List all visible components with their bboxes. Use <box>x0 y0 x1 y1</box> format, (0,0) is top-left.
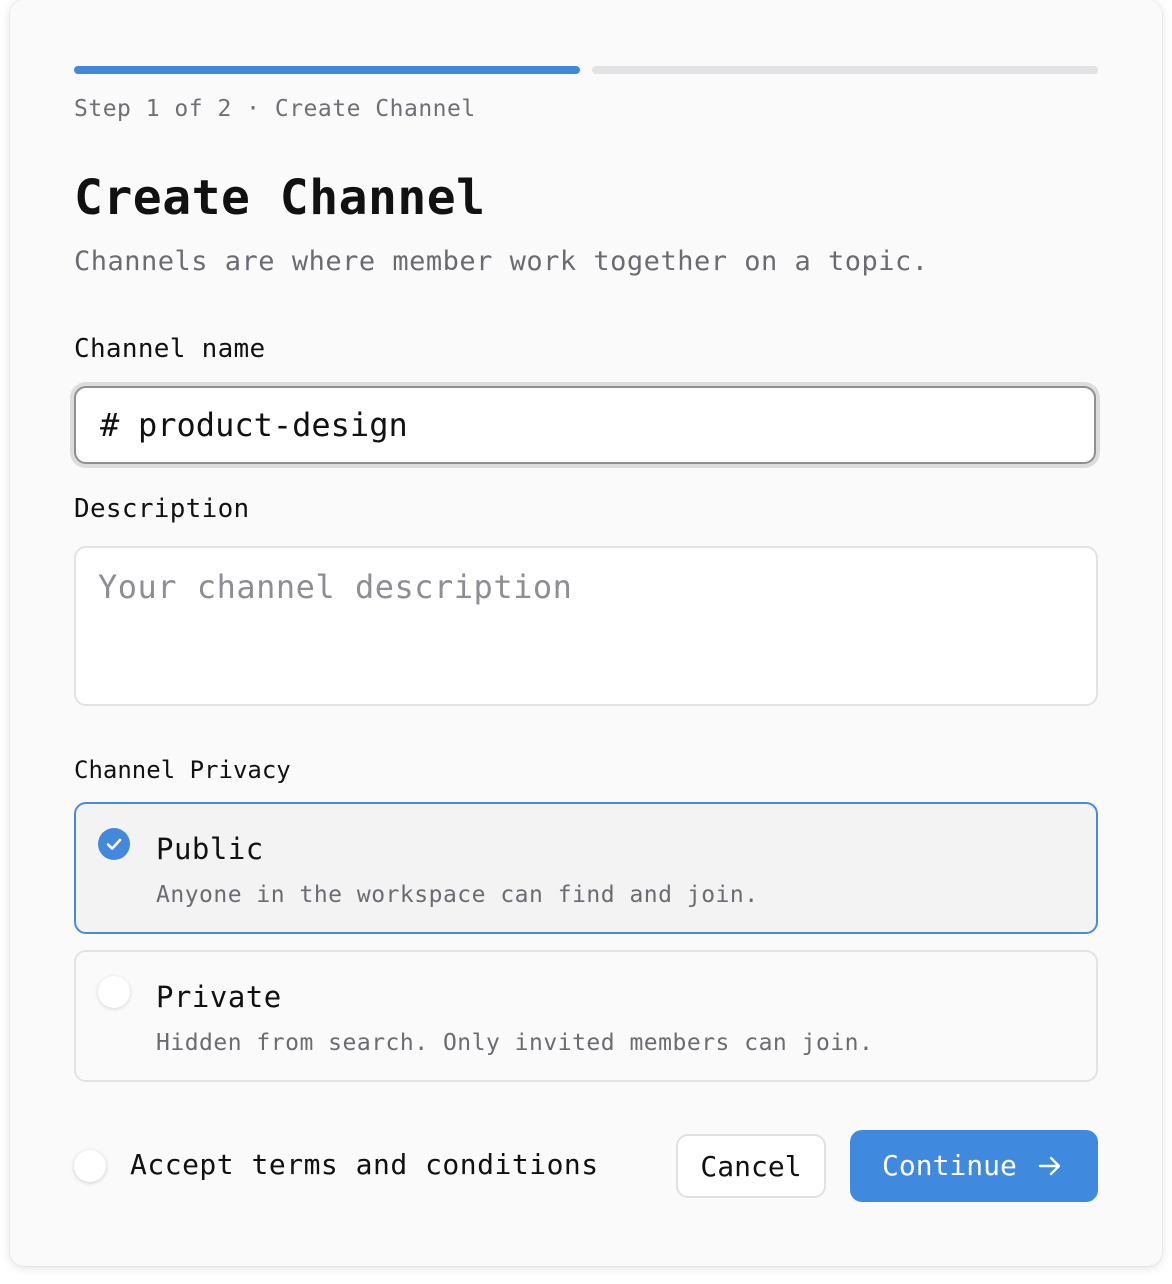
step-indicator: Step 1 of 2 · Create Channel <box>74 96 476 122</box>
description-label: Description <box>74 494 250 524</box>
channel-name-input[interactable]: # product-design <box>74 386 1096 464</box>
private-option-title: Private <box>156 980 282 1014</box>
terms-checkbox[interactable] <box>74 1150 106 1182</box>
progress-step-2 <box>592 66 1098 74</box>
public-option-title: Public <box>156 832 264 866</box>
step-progress-bar <box>74 66 1098 74</box>
check-icon <box>106 838 122 850</box>
progress-step-1 <box>74 66 580 74</box>
channel-name-label: Channel name <box>74 334 266 364</box>
continue-button[interactable]: Continue <box>850 1130 1098 1202</box>
channel-name-value: product-design <box>138 406 408 444</box>
private-radio[interactable] <box>98 976 130 1008</box>
page-title: Create Channel <box>74 170 486 226</box>
public-radio[interactable] <box>98 828 130 860</box>
create-channel-card: Step 1 of 2 · Create Channel Create Chan… <box>10 0 1162 1266</box>
description-textarea[interactable]: Your channel description <box>74 546 1098 706</box>
public-option-description: Anyone in the workspace can find and joi… <box>156 882 759 908</box>
privacy-option-public[interactable]: Public Anyone in the workspace can find … <box>74 802 1098 934</box>
page-subtitle: Channels are where member work together … <box>74 246 929 277</box>
privacy-option-private[interactable]: Private Hidden from search. Only invited… <box>74 950 1098 1082</box>
continue-button-label: Continue <box>882 1149 1017 1182</box>
private-option-description: Hidden from search. Only invited members… <box>156 1030 874 1056</box>
description-placeholder: Your channel description <box>98 568 573 606</box>
terms-label[interactable]: Accept terms and conditions <box>130 1148 599 1181</box>
cancel-button[interactable]: Cancel <box>676 1134 826 1198</box>
hash-icon: # <box>100 406 120 444</box>
privacy-section-label: Channel Privacy <box>74 756 291 784</box>
arrow-right-icon <box>1038 1156 1061 1176</box>
